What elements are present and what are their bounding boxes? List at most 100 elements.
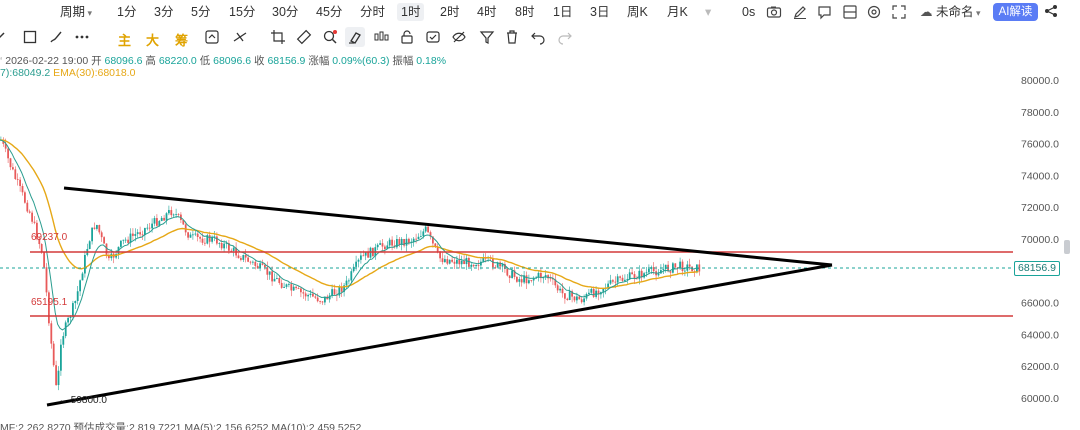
candle-body (384, 246, 386, 250)
support-label: 65195.1 (31, 297, 68, 308)
candle-body (14, 169, 17, 180)
candle-body (420, 236, 422, 238)
candle-body (645, 272, 648, 274)
price-axis-label: 76000.0 (1021, 139, 1059, 151)
candle-body (348, 280, 350, 282)
price-axis-label: 70000.0 (1021, 234, 1059, 246)
candle-body (561, 288, 564, 294)
candle-body (444, 259, 446, 263)
candle-body (132, 233, 134, 236)
candle-body (31, 212, 33, 222)
candle-body (624, 279, 626, 281)
candle-body (55, 365, 57, 386)
candle-body (684, 270, 686, 272)
candle-body (136, 232, 139, 235)
candle-body (508, 275, 511, 279)
candle-body (271, 271, 273, 282)
candle-body (105, 243, 108, 256)
candle-body (316, 297, 319, 302)
candle-body (576, 296, 578, 301)
candle-body (268, 271, 271, 275)
price-axis-label: 78000.0 (1021, 107, 1059, 119)
candle-body (456, 259, 458, 264)
candle-body (175, 214, 177, 215)
candle-body (357, 259, 360, 262)
candle-body (196, 233, 199, 237)
candle-body (64, 322, 67, 337)
price-chart[interactable]: 80000.0 78000.0 76000.0 74000.0 72000.0 70000… (0, 0, 1080, 430)
candle-body (187, 232, 189, 238)
candle-body (79, 280, 81, 292)
candle-body (211, 237, 213, 242)
candle-body (26, 202, 29, 212)
candle-body (628, 272, 631, 279)
candle-body (93, 227, 96, 229)
candle-body (309, 293, 312, 296)
candle-body (360, 255, 362, 260)
candle-body (103, 237, 105, 244)
candle-body (220, 243, 223, 249)
candle-body (295, 286, 297, 289)
candle-body (398, 238, 401, 245)
candle-body (12, 167, 14, 170)
candle-body (247, 257, 249, 262)
candle-body (518, 279, 521, 282)
candle-body (28, 211, 31, 213)
candle-body (84, 255, 86, 274)
candle-body (475, 264, 477, 267)
candle-body (525, 275, 528, 284)
triangle-lower-line[interactable] (46, 263, 833, 407)
candle-body (108, 255, 110, 259)
candle-body (21, 186, 24, 193)
candle-body (345, 280, 348, 286)
candle-body (160, 217, 163, 222)
candle-body (151, 223, 153, 229)
candle-body (278, 278, 281, 283)
candle-body (141, 234, 144, 236)
price-axis: 80000.0 78000.0 76000.0 74000.0 72000.0 70000… (1021, 75, 1059, 405)
price-axis-label: 60000.0 (1021, 393, 1059, 405)
candle-body (98, 225, 101, 233)
candle-body (405, 238, 408, 246)
candle-body (333, 289, 336, 295)
candle-body (242, 254, 245, 260)
candle-body (139, 232, 141, 235)
candle-body (472, 264, 475, 267)
candle-body (528, 280, 530, 284)
candle-body (288, 284, 290, 285)
candle-body (427, 226, 429, 233)
candle-body (302, 292, 305, 294)
candle-body (448, 259, 451, 264)
candle-body (415, 238, 417, 240)
candle-body (19, 179, 21, 187)
candle-body (350, 271, 353, 281)
candle-body (76, 291, 79, 302)
candle-body (362, 255, 365, 257)
candle-body (254, 261, 257, 266)
candle-body (381, 243, 384, 247)
candle-body (477, 264, 480, 266)
candle-body (67, 317, 69, 323)
low-marker-icon: ← (58, 395, 71, 406)
candle-body (612, 280, 614, 282)
candle-body (261, 263, 264, 265)
candle-body (580, 299, 583, 303)
candle-body (244, 254, 247, 258)
candle-body (468, 257, 470, 267)
candle-body (657, 273, 660, 276)
candle-body (549, 278, 552, 280)
candle-body (583, 298, 585, 303)
candle-body (564, 293, 566, 299)
price-axis-label: 72000.0 (1021, 202, 1059, 214)
candle-body (300, 288, 302, 293)
price-axis-label: 64000.0 (1021, 329, 1059, 341)
candle-body (388, 239, 391, 246)
candle-body (168, 210, 170, 214)
scrollbar-handle[interactable] (1064, 240, 1070, 254)
candle-body (463, 260, 465, 265)
candle-body (520, 279, 523, 283)
candle-body (616, 276, 619, 283)
candle-body (304, 293, 307, 297)
candle-body (307, 295, 309, 297)
candle-body (124, 239, 127, 241)
